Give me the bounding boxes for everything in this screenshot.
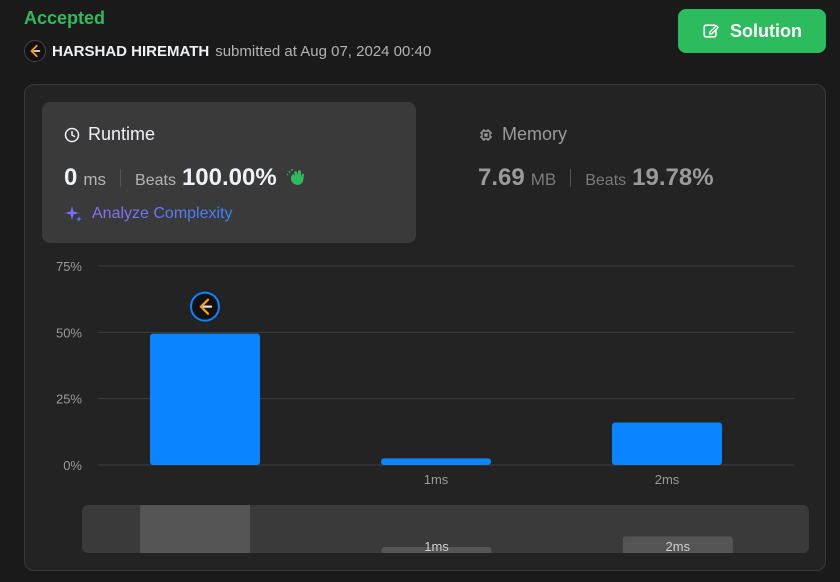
edit-icon xyxy=(703,24,719,38)
memory-beats-value: 19.78% xyxy=(632,164,714,191)
user-name[interactable]: HARSHAD HIREMATH xyxy=(52,43,209,60)
analyze-complexity-label: Analyze Complexity xyxy=(92,205,233,222)
submitted-time: submitted at Aug 07, 2024 00:40 xyxy=(215,42,432,60)
runtime-unit: ms xyxy=(83,170,107,189)
sparkle-icon xyxy=(65,206,82,222)
clock-icon xyxy=(64,127,80,142)
runtime-title: Runtime xyxy=(64,124,155,145)
minimap-tick-label: 2ms xyxy=(666,539,691,553)
memory-title-label: Memory xyxy=(502,124,568,144)
submission-info: HARSHAD HIREMATH submitted at Aug 07, 20… xyxy=(24,40,431,62)
status-accepted: Accepted xyxy=(24,8,106,28)
runtime-title-label: Runtime xyxy=(88,124,156,144)
minimap-tick-label: 1ms xyxy=(424,539,449,553)
chip-icon xyxy=(480,128,492,141)
result-panel: Runtime 0 ms Beats 100.00% Analyze Compl… xyxy=(24,84,826,571)
memory-unit: MB xyxy=(530,170,557,189)
runtime-beats-value: 100.00% xyxy=(181,164,277,191)
minimap-bar-0ms xyxy=(140,505,251,553)
memory-title: Memory xyxy=(478,124,567,145)
memory-value: 7.69 xyxy=(478,164,525,191)
analyze-complexity-link[interactable]: Analyze Complexity xyxy=(64,204,233,224)
leetcode-icon xyxy=(30,44,41,58)
avatar[interactable] xyxy=(24,40,46,62)
memory-beats-label: Beats xyxy=(585,172,627,189)
memory-card[interactable]: Memory 7.69 MB Beats 19.78% xyxy=(456,102,796,243)
minimap-svg: 1ms 2ms xyxy=(140,505,733,553)
runtime-metric: 0 ms Beats 100.00% xyxy=(64,164,307,192)
chart-minimap[interactable]: 1ms 2ms xyxy=(82,505,809,553)
solution-button[interactable]: Solution xyxy=(678,9,826,53)
runtime-beats-label: Beats xyxy=(135,172,176,189)
memory-metric: 7.69 MB Beats 19.78% xyxy=(478,164,714,192)
divider xyxy=(570,169,572,187)
runtime-value: 0 xyxy=(64,164,78,191)
divider xyxy=(120,169,122,187)
solution-label: Solution xyxy=(730,20,802,41)
clap-icon xyxy=(286,169,304,185)
runtime-card[interactable]: Runtime 0 ms Beats 100.00% Analyze Compl… xyxy=(42,102,416,243)
